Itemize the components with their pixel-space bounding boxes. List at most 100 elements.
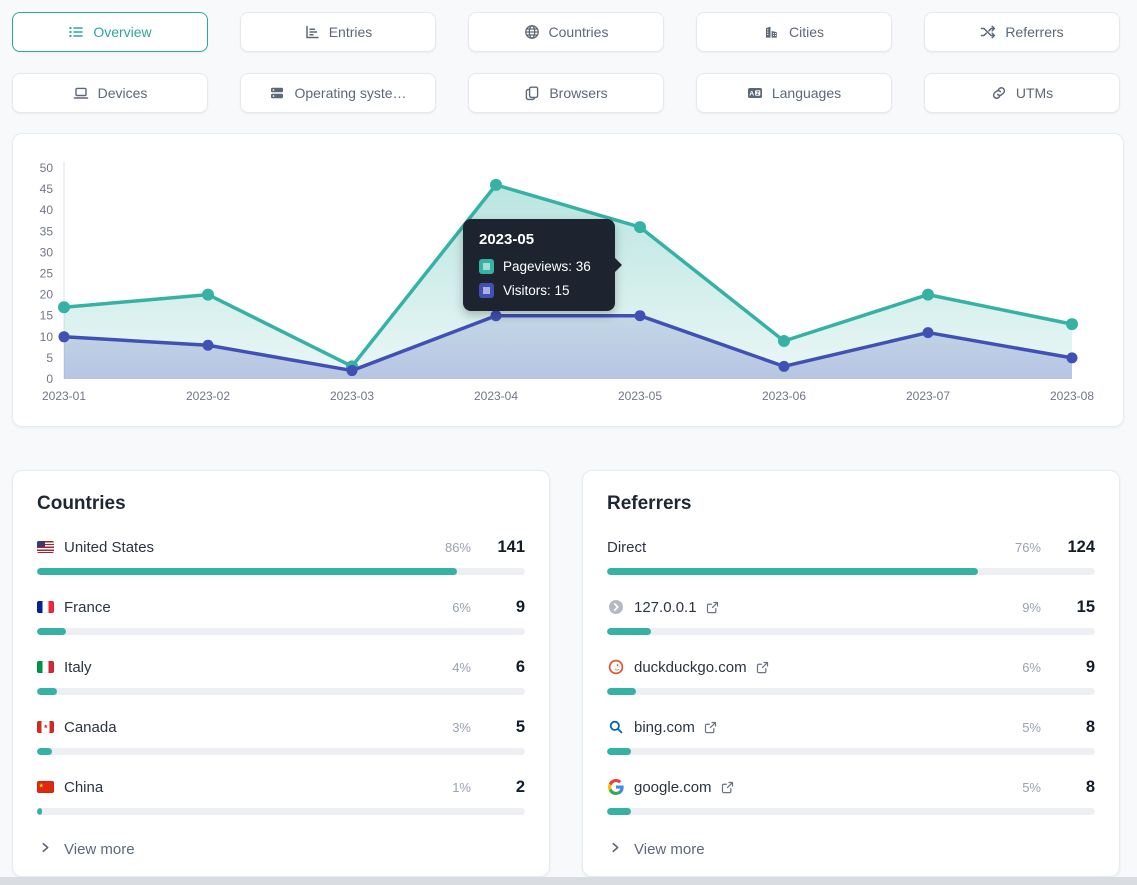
globe-icon — [524, 24, 540, 40]
buildings-icon — [764, 24, 780, 40]
link-icon — [991, 85, 1007, 101]
referrer-label: 127.0.0.1 — [634, 599, 697, 616]
tab-languages[interactable]: AZ Languages — [696, 73, 892, 113]
country-progress-track — [37, 808, 525, 815]
view-more-label: View more — [634, 841, 705, 858]
referrer-count: 15 — [1065, 598, 1095, 617]
svg-text:10: 10 — [40, 330, 54, 344]
country-progress-track — [37, 628, 525, 635]
svg-text:35: 35 — [40, 224, 54, 238]
tab-cities[interactable]: Cities — [696, 12, 892, 52]
referrer-percent: 6% — [1022, 660, 1041, 675]
external-link-icon[interactable] — [706, 601, 719, 614]
country-percent: 1% — [452, 780, 471, 795]
countries-panel-title: Countries — [37, 493, 525, 515]
svg-text:25: 25 — [40, 267, 54, 281]
country-percent: 4% — [452, 660, 471, 675]
country-row: China 1% 2 — [37, 776, 525, 815]
referrer-count: 8 — [1065, 778, 1095, 797]
referrers-panel: Referrers Direct76%124127.0.0.19%15duckd… — [582, 470, 1120, 877]
referrer-count: 8 — [1065, 718, 1095, 737]
referrer-row: Direct 76% 124 — [607, 536, 1095, 575]
referrer-percent: 5% — [1022, 720, 1041, 735]
fr-flag-icon — [37, 601, 54, 613]
svg-text:Z: Z — [756, 91, 759, 97]
referrer-row: bing.com5%8 — [607, 716, 1095, 755]
country-progress-track — [37, 568, 525, 575]
external-link-icon[interactable] — [721, 781, 734, 794]
countries-view-more-link[interactable]: View more — [39, 841, 525, 858]
svg-text:45: 45 — [40, 182, 54, 196]
tab-devices[interactable]: Devices — [12, 73, 208, 113]
svg-text:2023-06: 2023-06 — [762, 389, 806, 403]
tab-countries[interactable]: Countries — [468, 12, 664, 52]
tooltip-series-row: Visitors: 15 — [479, 283, 599, 298]
countries-panel: Countries United States86%141 France 6% 9 It… — [12, 470, 550, 877]
country-percent: 86% — [445, 540, 471, 555]
ca-flag-icon — [37, 721, 54, 733]
country-progress-fill — [37, 688, 57, 695]
tab-label: Overview — [93, 24, 151, 40]
external-link-icon[interactable] — [704, 721, 717, 734]
tooltip-title: 2023-05 — [479, 231, 599, 248]
country-label: Italy — [64, 659, 92, 676]
svg-text:40: 40 — [40, 203, 54, 217]
svg-text:0: 0 — [46, 372, 53, 386]
country-label: France — [64, 599, 111, 616]
tab-overview[interactable]: Overview — [12, 12, 208, 52]
country-progress-fill — [37, 748, 52, 755]
svg-text:A: A — [749, 91, 754, 98]
svg-text:2023-01: 2023-01 — [42, 389, 86, 403]
country-label: China — [64, 779, 103, 796]
svg-text:2023-04: 2023-04 — [474, 389, 518, 403]
country-row: Canada3%5 — [37, 716, 525, 755]
country-row: France 6% 9 — [37, 596, 525, 635]
country-row: United States86%141 — [37, 536, 525, 575]
list-icon — [68, 24, 84, 40]
referrer-label: Direct — [607, 539, 646, 556]
chart-icon — [304, 24, 320, 40]
tab-browsers[interactable]: Browsers — [468, 73, 664, 113]
tab-entries[interactable]: Entries — [240, 12, 436, 52]
country-count: 2 — [495, 778, 525, 797]
tab-label: Countries — [549, 24, 609, 40]
server-icon — [269, 85, 285, 101]
referrer-row: 127.0.0.1 9% 15 — [607, 596, 1095, 635]
country-progress-track — [37, 688, 525, 695]
tab-label: Entries — [329, 24, 373, 40]
svg-text:5: 5 — [46, 351, 53, 365]
country-percent: 6% — [452, 600, 471, 615]
tab-utms[interactable]: UTMs — [924, 73, 1120, 113]
referrer-row: duckduckgo.com6%9 — [607, 656, 1095, 695]
chevron-right-icon — [609, 841, 622, 858]
referrer-count: 124 — [1065, 538, 1095, 557]
cn-flag-icon — [37, 781, 54, 793]
windows-icon — [524, 85, 540, 101]
country-percent: 3% — [452, 720, 471, 735]
svg-text:50: 50 — [40, 161, 54, 175]
referrer-progress-track — [607, 748, 1095, 755]
referrer-count: 9 — [1065, 658, 1095, 677]
referrers-view-more-link[interactable]: View more — [609, 841, 1095, 858]
referrer-label: google.com — [634, 779, 712, 796]
tooltip-series-value: Pageviews: 36 — [503, 259, 591, 274]
tab-label: Languages — [772, 85, 841, 101]
bing-favicon-icon — [607, 719, 624, 736]
tab-label: UTMs — [1016, 85, 1053, 101]
referrer-progress-track — [607, 688, 1095, 695]
country-count: 5 — [495, 718, 525, 737]
svg-text:20: 20 — [40, 288, 54, 302]
tab-label: Referrers — [1005, 24, 1063, 40]
tab-label: Browsers — [549, 85, 607, 101]
it-flag-icon — [37, 661, 54, 673]
tab-operating-systems[interactable]: Operating syste… — [240, 73, 436, 113]
referrer-percent: 76% — [1015, 540, 1041, 555]
country-count: 9 — [495, 598, 525, 617]
referrer-percent: 9% — [1022, 600, 1041, 615]
page-bottom-strip — [0, 877, 1137, 885]
tab-label: Cities — [789, 24, 824, 40]
external-link-icon[interactable] — [756, 661, 769, 674]
series-legend-swatch — [479, 259, 494, 274]
tab-referrers[interactable]: Referrers — [924, 12, 1120, 52]
duckduckgo-favicon-icon — [607, 659, 624, 676]
